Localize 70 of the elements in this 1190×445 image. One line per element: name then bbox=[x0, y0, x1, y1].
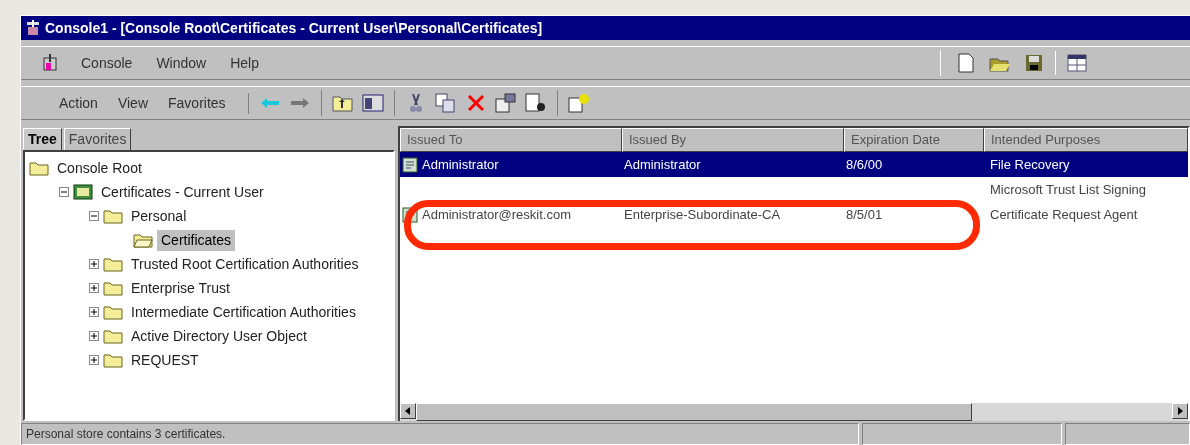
table-cell-text: Enterprise-Subordinate-CA bbox=[624, 205, 781, 224]
menu-item[interactable]: Favorites bbox=[158, 92, 236, 114]
new-document-icon bbox=[958, 53, 974, 73]
help-icon bbox=[567, 93, 590, 113]
menu-item[interactable]: Help bbox=[218, 52, 271, 74]
collapse-icon[interactable] bbox=[89, 211, 99, 221]
tree-item[interactable]: Enterprise Trust bbox=[127, 277, 234, 299]
column-header[interactable]: Expiration Date bbox=[844, 128, 984, 152]
table-cell-text: 8/6/00 bbox=[846, 155, 883, 174]
folder-icon bbox=[103, 352, 123, 368]
certificate-icon bbox=[73, 184, 93, 200]
table-cell-text: Administrator@reskit.com bbox=[422, 205, 571, 224]
table-cell-text: 8/5/01 bbox=[846, 205, 883, 224]
table-row[interactable]: Administrator Administrator 8/6/00 File Recovery bbox=[400, 152, 1188, 177]
table-row[interactable]: Administrator@reskit.com Enterprise-Subordinate-CA 8/5/01 Certificate Request Agent bbox=[400, 202, 1188, 227]
table-cell-text: Microsoft Trust List Signing bbox=[990, 180, 1147, 199]
menu-item[interactable]: Action bbox=[49, 92, 108, 114]
menu-item[interactable]: Console bbox=[69, 52, 145, 74]
up-folder-icon bbox=[331, 94, 354, 112]
table-cell-text: Certificate Request Agent bbox=[990, 205, 1138, 224]
table-cell-text: File Recovery bbox=[990, 155, 1070, 174]
forward-icon bbox=[289, 97, 310, 109]
expand-icon[interactable] bbox=[89, 331, 99, 341]
expand-icon[interactable] bbox=[89, 307, 99, 317]
tree-item[interactable]: Intermediate Certification Authorities bbox=[127, 301, 360, 323]
export-list-icon bbox=[524, 93, 547, 113]
expand-icon[interactable] bbox=[89, 355, 99, 365]
folder-icon bbox=[103, 328, 123, 344]
delete-icon bbox=[466, 94, 485, 112]
column-header[interactable]: Issued To bbox=[400, 128, 622, 152]
menu-item[interactable]: View bbox=[107, 92, 158, 114]
column-header[interactable]: Intended Purposes bbox=[984, 128, 1188, 152]
properties-button[interactable] bbox=[492, 90, 519, 116]
scroll-left-icon[interactable] bbox=[400, 403, 416, 419]
expand-icon[interactable] bbox=[89, 283, 99, 293]
show-tree-icon bbox=[361, 94, 384, 112]
scroll-right-icon[interactable] bbox=[1172, 403, 1188, 419]
folder-icon bbox=[103, 280, 123, 296]
tree-item[interactable]: Personal bbox=[127, 205, 191, 227]
window-layout-icon bbox=[1067, 54, 1087, 72]
tree-item[interactable]: REQUEST bbox=[127, 349, 203, 371]
collapse-icon[interactable] bbox=[59, 187, 69, 197]
table-cell-text: Administrator bbox=[422, 155, 499, 174]
column-header[interactable]: Issued By bbox=[622, 128, 844, 152]
copy-icon bbox=[434, 93, 457, 113]
folder-icon bbox=[133, 232, 153, 248]
status-bar-text: Personal store contains 3 certificates. bbox=[21, 423, 859, 445]
console-icon bbox=[25, 20, 41, 36]
folder-icon bbox=[103, 256, 123, 272]
horizontal-scrollbar[interactable] bbox=[400, 403, 1188, 421]
back-icon bbox=[259, 97, 280, 109]
tree-item[interactable]: Certificates bbox=[157, 229, 236, 251]
tree-item[interactable]: Console Root bbox=[53, 157, 146, 179]
folder-icon bbox=[103, 304, 123, 320]
tab[interactable]: Tree bbox=[23, 128, 62, 150]
cut-icon bbox=[408, 93, 423, 113]
folder-icon bbox=[103, 208, 123, 224]
scrollbar-thumb[interactable] bbox=[416, 403, 972, 421]
tree-item[interactable]: Active Directory User Object bbox=[127, 325, 311, 347]
folder-icon bbox=[29, 160, 49, 176]
save-icon bbox=[1025, 54, 1043, 72]
window-title: Console1 - [Console Root\Certificates - Current User\Personal\Certificates] bbox=[45, 18, 543, 38]
menu-item[interactable]: Window bbox=[144, 52, 219, 74]
tree-item[interactable]: Certificates - Current User bbox=[97, 181, 268, 203]
expand-icon[interactable] bbox=[89, 259, 99, 269]
certificate-icon bbox=[402, 156, 418, 173]
table-row[interactable]: Microsoft Trust List Signing bbox=[400, 177, 1188, 202]
table-cell-text: Administrator bbox=[624, 155, 701, 174]
properties-icon bbox=[494, 93, 517, 113]
tree-item[interactable]: Trusted Root Certification Authorities bbox=[127, 253, 363, 275]
